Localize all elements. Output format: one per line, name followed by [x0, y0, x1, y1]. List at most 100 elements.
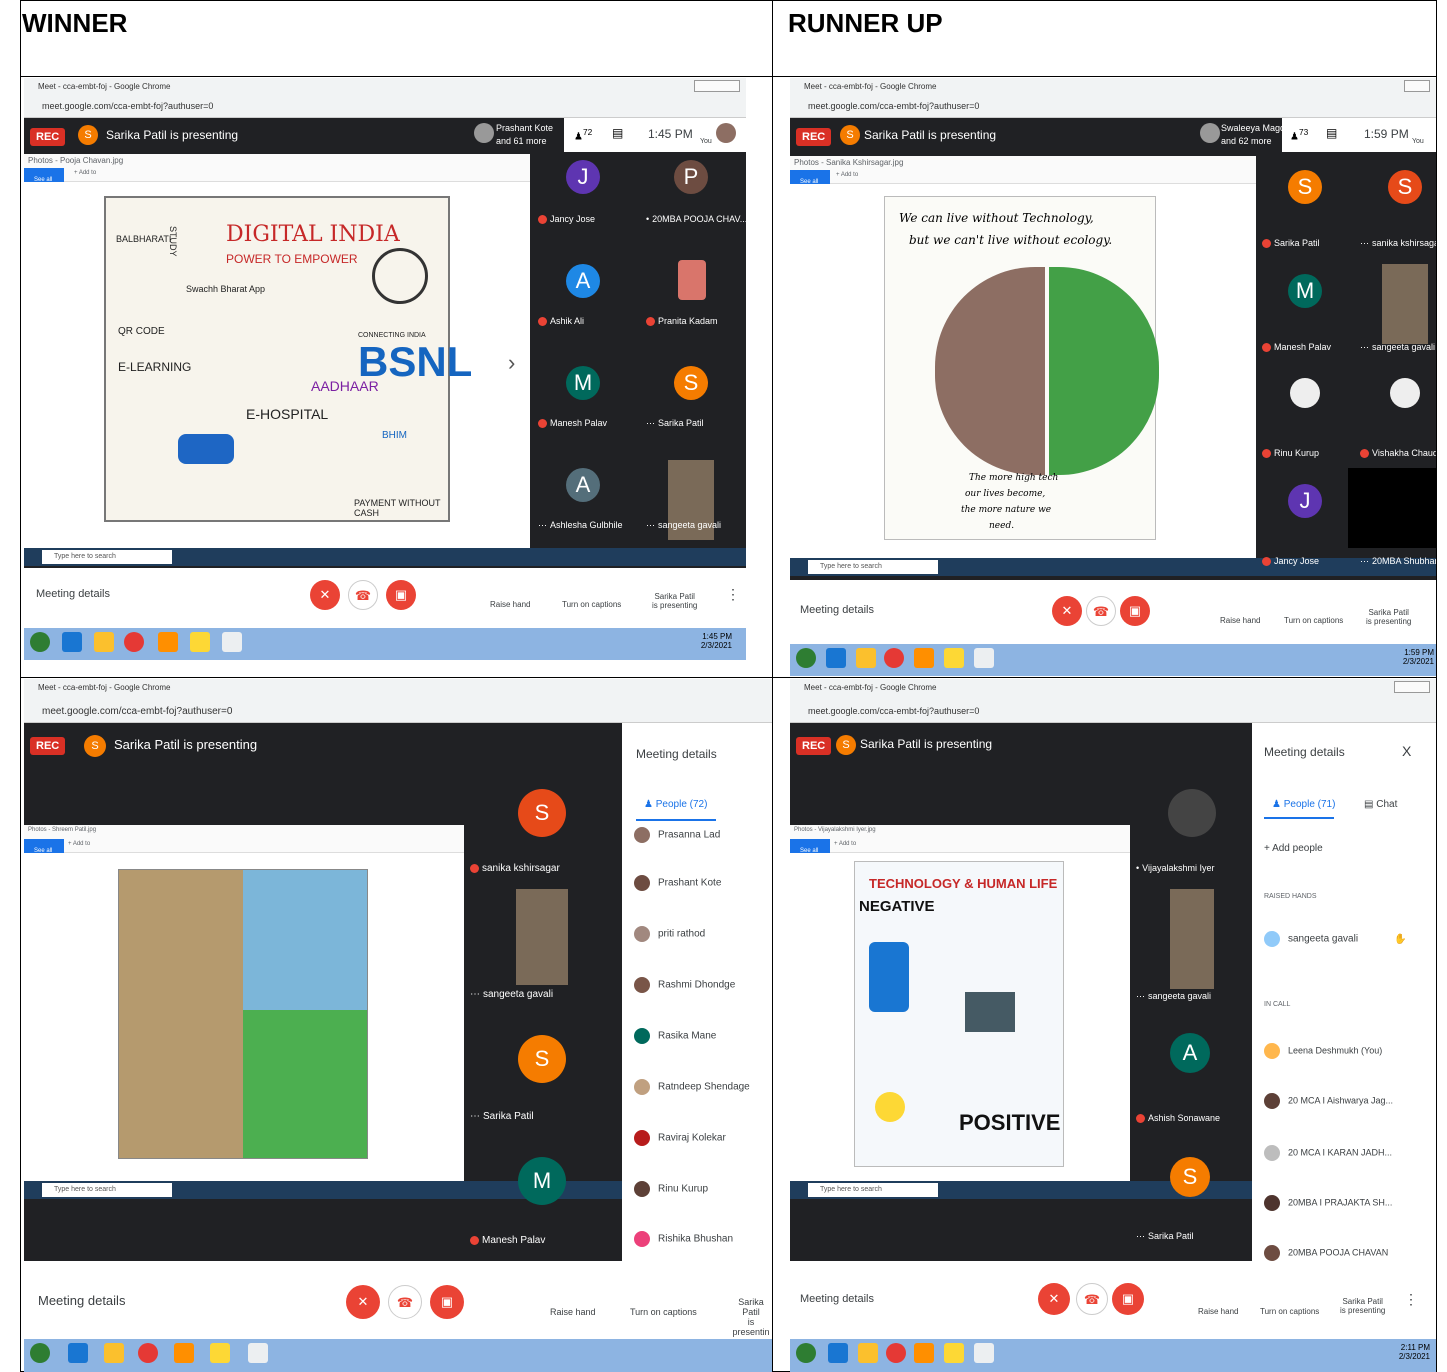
- add-to-button[interactable]: + Add to: [834, 841, 856, 847]
- raise-hand-button[interactable]: Raise hand: [550, 1307, 596, 1317]
- mic-off-button[interactable]: ✕: [310, 580, 340, 610]
- chat-icon[interactable]: ▤: [612, 126, 623, 140]
- start-icon[interactable]: [796, 1343, 816, 1363]
- camera-off-button[interactable]: ▣: [430, 1285, 464, 1319]
- windows-taskbar: 1:59 PM 2/3/2021: [790, 644, 1436, 676]
- add-people-button[interactable]: + Add people: [1264, 843, 1323, 854]
- chrome-icon[interactable]: [138, 1343, 158, 1363]
- poster-subtitle: POWER TO EMPOWER: [226, 252, 358, 266]
- folder-icon[interactable]: [104, 1343, 124, 1363]
- participant-name: sanika kshirsagar: [470, 863, 560, 874]
- window-buttons[interactable]: [1404, 80, 1430, 92]
- tab-chat[interactable]: ▤ Chat: [1364, 799, 1397, 810]
- captions-button[interactable]: Turn on captions: [1260, 1307, 1319, 1316]
- add-to-button[interactable]: + Add to: [74, 170, 96, 176]
- more-options-icon[interactable]: ⋮: [1404, 1291, 1418, 1308]
- tab-people[interactable]: ♟ People (72): [644, 799, 707, 810]
- search-box[interactable]: Type here to search: [42, 1183, 172, 1197]
- hang-up-button[interactable]: ☎: [348, 580, 378, 610]
- folder-icon[interactable]: [856, 648, 876, 668]
- presenting-button[interactable]: Sarika Patil is presenting: [652, 592, 697, 610]
- close-icon[interactable]: X: [1402, 743, 1411, 759]
- address-bar[interactable]: meet.google.com/cca-embt-foj?authuser=0: [42, 706, 232, 717]
- presenting-button[interactable]: Sarika Patil is presenting: [1340, 1297, 1385, 1315]
- window-buttons[interactable]: [1394, 681, 1430, 693]
- hang-up-button[interactable]: ☎: [388, 1285, 422, 1319]
- see-all-photos-button[interactable]: See all photos: [790, 839, 830, 872]
- see-all-photos-button[interactable]: See all photos: [24, 839, 64, 872]
- technology-human-life-poster: TECHNOLOGY & HUMAN LIFE NEGATIVE POSITIV…: [854, 861, 1064, 1167]
- search-box[interactable]: Type here to search: [42, 550, 172, 564]
- see-all-photos-button[interactable]: See all photos: [24, 168, 64, 201]
- presenting-button[interactable]: Sarika Patil is presenting: [1366, 608, 1411, 626]
- more-icon: ⋯: [646, 520, 655, 530]
- next-arrow-icon[interactable]: ›: [508, 350, 515, 376]
- document-icon[interactable]: [222, 632, 242, 652]
- captions-button[interactable]: Turn on captions: [1284, 616, 1343, 625]
- browser-chrome: Meet - cca-embt-foj - Google Chrome meet…: [790, 78, 1436, 118]
- participant-avatar: P: [674, 160, 708, 194]
- meeting-details-button[interactable]: Meeting details: [800, 1293, 874, 1305]
- address-bar[interactable]: meet.google.com/cca-embt-foj?authuser=0: [808, 101, 979, 111]
- camera-off-button[interactable]: ▣: [386, 580, 416, 610]
- hang-up-button[interactable]: ☎: [1076, 1283, 1108, 1315]
- chrome-icon[interactable]: [886, 1343, 906, 1363]
- ie-icon[interactable]: [828, 1343, 848, 1363]
- add-to-button[interactable]: + Add to: [836, 172, 858, 178]
- meeting-details-button[interactable]: Meeting details: [36, 588, 110, 600]
- more-options-icon[interactable]: ⋮: [726, 586, 740, 603]
- document-icon[interactable]: [974, 1343, 994, 1363]
- poster-text: POSITIVE: [959, 1110, 1061, 1135]
- camera-off-button[interactable]: ▣: [1112, 1283, 1144, 1315]
- warning-icon[interactable]: [944, 648, 964, 668]
- see-all-photos-button[interactable]: See all photos: [790, 170, 830, 203]
- mic-off-button[interactable]: ✕: [1038, 1283, 1070, 1315]
- document-icon[interactable]: [974, 648, 994, 668]
- hang-up-button[interactable]: ☎: [1086, 596, 1116, 626]
- warning-icon[interactable]: [210, 1343, 230, 1363]
- folder-icon[interactable]: [858, 1343, 878, 1363]
- add-to-button[interactable]: + Add to: [68, 841, 90, 847]
- warning-icon[interactable]: [944, 1343, 964, 1363]
- ie-icon[interactable]: [62, 632, 82, 652]
- media-icon[interactable]: [174, 1343, 194, 1363]
- warning-icon[interactable]: [190, 632, 210, 652]
- ie-icon[interactable]: [68, 1343, 88, 1363]
- window-buttons[interactable]: [694, 80, 740, 92]
- mic-off-button[interactable]: ✕: [1052, 596, 1082, 626]
- media-icon[interactable]: [914, 648, 934, 668]
- captions-button[interactable]: Turn on captions: [630, 1307, 697, 1317]
- start-icon[interactable]: [30, 1343, 50, 1363]
- presenting-button[interactable]: Sarika Patil is presentin: [730, 1297, 772, 1337]
- media-icon[interactable]: [158, 632, 178, 652]
- people-icon[interactable]: ♟73: [1290, 127, 1308, 142]
- tab-people[interactable]: ♟ People (71): [1272, 799, 1335, 810]
- technology-half-drawing: [935, 267, 1045, 475]
- media-icon[interactable]: [914, 1343, 934, 1363]
- start-icon[interactable]: [796, 648, 816, 668]
- address-bar[interactable]: meet.google.com/cca-embt-foj?authuser=0: [42, 101, 213, 111]
- raise-hand-button[interactable]: Raise hand: [490, 600, 530, 609]
- captions-button[interactable]: Turn on captions: [562, 600, 621, 609]
- mic-off-button[interactable]: ✕: [346, 1285, 380, 1319]
- camera-off-button[interactable]: ▣: [1120, 596, 1150, 626]
- photos-toolbar: Photos - Vijayalakshmi Iyer.jpg See all …: [790, 825, 1130, 872]
- participant-name: Manesh Palav: [538, 418, 607, 429]
- chrome-icon[interactable]: [124, 632, 144, 652]
- meeting-details-button[interactable]: Meeting details: [38, 1293, 125, 1308]
- start-icon[interactable]: [30, 632, 50, 652]
- document-icon[interactable]: [248, 1343, 268, 1363]
- folder-icon[interactable]: [94, 632, 114, 652]
- clock-date: 2/3/2021: [1398, 1352, 1430, 1361]
- meeting-details-button[interactable]: Meeting details: [800, 604, 874, 616]
- search-box[interactable]: Type here to search: [808, 560, 938, 574]
- participant-avatar: J: [566, 160, 600, 194]
- raise-hand-button[interactable]: Raise hand: [1198, 1307, 1238, 1316]
- search-box[interactable]: Type here to search: [808, 1183, 938, 1197]
- people-icon[interactable]: ♟72: [574, 127, 592, 142]
- raise-hand-button[interactable]: Raise hand: [1220, 616, 1260, 625]
- address-bar[interactable]: meet.google.com/cca-embt-foj?authuser=0: [808, 706, 979, 716]
- chrome-icon[interactable]: [884, 648, 904, 668]
- ie-icon[interactable]: [826, 648, 846, 668]
- chat-icon[interactable]: ▤: [1326, 126, 1337, 140]
